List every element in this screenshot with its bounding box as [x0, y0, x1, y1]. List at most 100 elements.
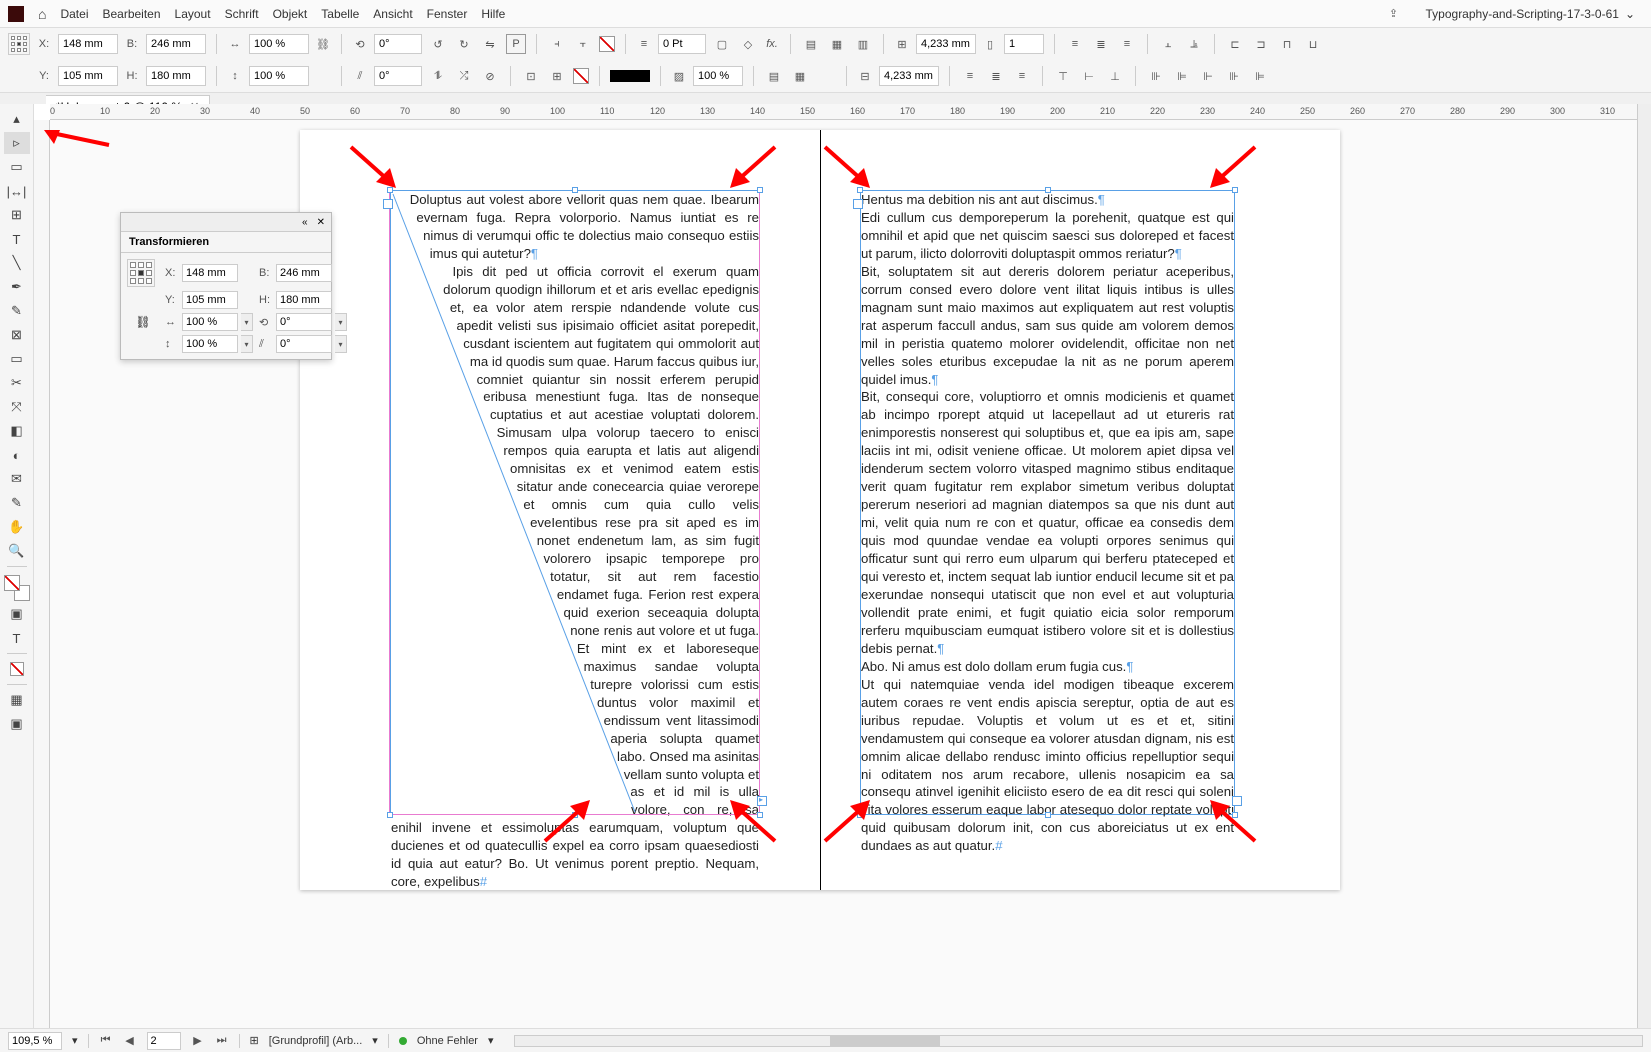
y-input[interactable]	[58, 66, 118, 86]
share-icon[interactable]: ⇪	[1384, 4, 1404, 24]
panel-collapse-icon[interactable]: «	[302, 217, 308, 228]
corner-options-icon-2[interactable]: ◇	[738, 34, 758, 54]
home-icon[interactable]: ⌂	[38, 6, 46, 22]
zoom-tool[interactable]: 🔍	[4, 540, 30, 562]
direct-selection-tool[interactable]: ▹	[4, 132, 30, 154]
profile-label[interactable]: [Grundprofil] (Arb...	[269, 1035, 363, 1047]
vert-justify-center-icon[interactable]: ⊢	[1079, 66, 1099, 86]
panel-rot-input[interactable]	[276, 313, 332, 331]
x-input[interactable]	[58, 34, 118, 54]
hand-tool[interactable]: ✋	[4, 516, 30, 538]
opacity-input[interactable]	[693, 66, 743, 86]
stroke-weight-input[interactable]	[658, 34, 706, 54]
out-port[interactable]	[757, 796, 767, 806]
rotate-cw-button[interactable]: ↻	[454, 34, 474, 54]
reference-point-picker[interactable]	[8, 33, 30, 55]
menu-ansicht[interactable]: Ansicht	[373, 7, 412, 21]
transform-panel-tab[interactable]: Transformieren	[121, 232, 331, 253]
menu-layout[interactable]: Layout	[175, 7, 211, 21]
vert-justify-bottom-icon[interactable]: ⊥	[1105, 66, 1125, 86]
gradient-swatch-tool[interactable]: ◧	[4, 420, 30, 442]
align-left-edges-icon[interactable]: ⫞	[547, 34, 567, 54]
panel-y-input[interactable]	[182, 291, 238, 309]
text-align-top-icon[interactable]: ▤	[801, 34, 821, 54]
content-collector-tool[interactable]: ⊞	[4, 204, 30, 226]
stroke-swatch[interactable]	[573, 68, 589, 84]
vertical-scrollbar[interactable]	[1637, 104, 1651, 1028]
view-mode-preview-icon[interactable]: ▣	[4, 713, 30, 735]
rotate-input[interactable]	[374, 34, 422, 54]
menu-schrift[interactable]: Schrift	[225, 7, 259, 21]
column-height-input[interactable]	[879, 66, 939, 86]
baseline-grid-icon-2[interactable]: ⊫	[1172, 66, 1192, 86]
menu-tabelle[interactable]: Tabelle	[321, 7, 359, 21]
menu-fenster[interactable]: Fenster	[427, 7, 468, 21]
note-tool[interactable]: ✉	[4, 468, 30, 490]
apply-color-container-icon[interactable]: ▣	[4, 603, 30, 625]
panel-sy-input[interactable]	[182, 335, 238, 353]
flip-v-button[interactable]: ⥮	[428, 66, 448, 86]
rectangle-tool[interactable]: ▭	[4, 348, 30, 370]
align-row-icon-4[interactable]: ⊔	[1303, 34, 1323, 54]
preflight-status-label[interactable]: Ohne Fehler	[417, 1035, 478, 1047]
selection-tool[interactable]: ▴	[4, 108, 30, 130]
pencil-tool[interactable]: ✎	[4, 300, 30, 322]
scale-y-input[interactable]	[249, 66, 309, 86]
shear-input[interactable]	[374, 66, 422, 86]
free-transform-tool[interactable]: ⤧	[4, 396, 30, 418]
h-input[interactable]	[146, 66, 206, 86]
text-frame-left[interactable]: Doluptus aut volest abore vellorit quas …	[390, 190, 760, 815]
para-align-left-icon[interactable]: ≡	[1065, 34, 1085, 54]
gradient-feather-tool[interactable]: ◐	[4, 444, 30, 466]
para-spacing-icon-2[interactable]: ≣	[986, 66, 1006, 86]
vert-justify-top-icon[interactable]: ⊤	[1053, 66, 1073, 86]
menu-bearbeiten[interactable]: Bearbeiten	[102, 7, 160, 21]
menu-datei[interactable]: Datei	[60, 7, 88, 21]
next-page-button[interactable]: ▶	[191, 1034, 205, 1047]
panel-reference-point[interactable]	[127, 259, 155, 287]
column-count-input[interactable]	[1004, 34, 1044, 54]
fill-stroke-swatches[interactable]	[4, 575, 30, 601]
apply-color-text-icon[interactable]: T	[4, 627, 30, 649]
page-tool[interactable]: ▭	[4, 156, 30, 178]
link-scale-icon[interactable]: ⛓	[127, 315, 159, 329]
menu-hilfe[interactable]: Hilfe	[481, 7, 505, 21]
clear-transform-button[interactable]: ⊘	[480, 66, 500, 86]
text-align-center-icon[interactable]: ▦	[827, 34, 847, 54]
baseline-grid-icon-3[interactable]: ⊩	[1198, 66, 1218, 86]
type-tool[interactable]: T	[4, 228, 30, 250]
flip-both-button[interactable]: ⤮	[454, 66, 474, 86]
horizontal-scrollbar[interactable]	[514, 1035, 1643, 1047]
line-tool[interactable]: ╲	[4, 252, 30, 274]
out-port[interactable]	[1232, 796, 1242, 806]
panel-x-input[interactable]	[182, 264, 238, 282]
fit-frame-icon[interactable]: ⊞	[547, 66, 567, 86]
gap-tool[interactable]: |↔|	[4, 180, 30, 202]
link-icon[interactable]: ⛓	[315, 36, 331, 52]
in-port[interactable]	[853, 199, 863, 209]
stroke-style-swatch[interactable]	[610, 70, 650, 82]
page-input[interactable]	[147, 1032, 181, 1050]
text-align-justify-icon[interactable]: ▤	[764, 66, 784, 86]
panel-h-input[interactable]	[276, 291, 332, 309]
para-spacing-icon-3[interactable]: ≡	[1012, 66, 1032, 86]
panel-w-input[interactable]	[276, 264, 332, 282]
first-page-button[interactable]: ⏮	[99, 1034, 113, 1047]
panel-shear-input[interactable]	[276, 335, 332, 353]
panel-close-icon[interactable]: ✕	[317, 217, 325, 228]
prev-page-button[interactable]: ◀	[123, 1034, 137, 1047]
baseline-grid-icon-5[interactable]: ⊫	[1250, 66, 1270, 86]
zoom-input[interactable]	[8, 1032, 62, 1050]
align-row-icon-3[interactable]: ⊓	[1277, 34, 1297, 54]
eyedropper-tool[interactable]: ✎	[4, 492, 30, 514]
para-align-right-icon[interactable]: ≡	[1117, 34, 1137, 54]
flip-h-button[interactable]: ⇋	[480, 34, 500, 54]
scissors-tool[interactable]: ✂	[4, 372, 30, 394]
distribute-h-icon[interactable]: ⫠	[1158, 34, 1178, 54]
transform-panel[interactable]: « ✕ Transformieren X: B: Y: H: ⛓ ↔▾ ⟲▾ ↕…	[120, 212, 332, 360]
rectangle-frame-tool[interactable]: ⊠	[4, 324, 30, 346]
document-selector[interactable]: Typography-and-Scripting-17-3-0-61 ⌄	[1418, 5, 1644, 23]
last-page-button[interactable]: ⏭	[215, 1034, 229, 1047]
text-frame-right[interactable]: Hentus ma debition nis ant aut discimus.…	[860, 190, 1235, 815]
align-row-icon[interactable]: ⊏	[1225, 34, 1245, 54]
